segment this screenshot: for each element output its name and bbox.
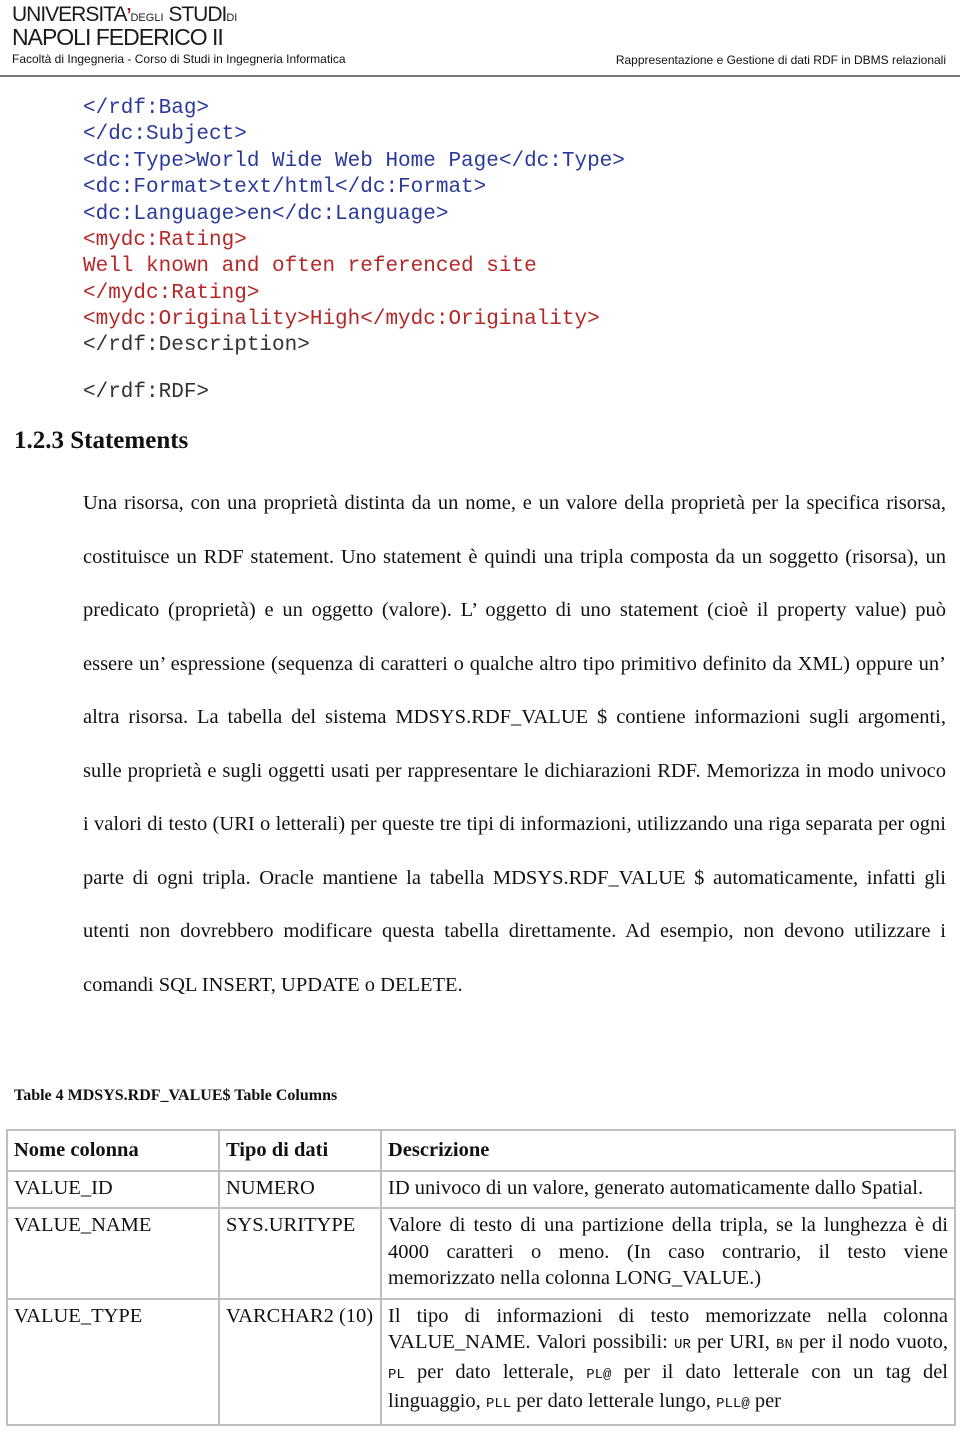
header-nome-colonna: Nome colonna (6, 1129, 220, 1172)
code-line: </rdf:Bag> (83, 97, 210, 120)
logo-text-napoli: NAPOLI FEDERICO II (12, 24, 224, 50)
code-line: </rdf:Description> (83, 334, 310, 357)
header-tipo-di-dati: Tipo di dati (218, 1129, 382, 1172)
cell-description: ID univoco di un valore, generato automa… (380, 1169, 956, 1209)
cell-column-name: VALUE_TYPE (6, 1297, 220, 1426)
logo-text-universita: UNIVERSITA (12, 3, 127, 26)
code-line: Well known and often referenced site (83, 255, 537, 278)
value-type-code: BN (776, 1337, 793, 1353)
code-line: <mydc:Originality>High</mydc:Originality… (83, 308, 600, 331)
document-title: Rappresentazione e Gestione di dati RDF … (615, 53, 946, 67)
cell-description: Il tipo di informazioni di testo memoriz… (380, 1297, 956, 1426)
cell-description: Valore di testo di una partizione della … (380, 1207, 956, 1300)
code-line: <dc:Format>text/html</dc:Format> (83, 176, 487, 199)
code-line: </dc:Subject> (83, 123, 247, 146)
description-text: per (749, 1390, 781, 1412)
header-divider (0, 75, 960, 77)
table-row: VALUE_TYPE VARCHAR2 (10) Il tipo di info… (6, 1297, 956, 1426)
university-logo: UNIVERSITA’DEGLI STUDIDI NAPOLI FEDERICO… (12, 4, 237, 49)
cell-column-name: VALUE_ID (6, 1169, 220, 1209)
value-type-code: PLL (485, 1396, 512, 1412)
description-text: per dato letterale, (404, 1360, 587, 1383)
description-text: per URI, (690, 1331, 777, 1353)
table-caption: Table 4 MDSYS.RDF_VALUE$ Table Columns (14, 1087, 338, 1104)
cell-data-type: SYS.URITYPE (218, 1207, 382, 1300)
body-paragraph: Una risorsa, con una proprietà distinta … (83, 492, 946, 996)
code-line: </rdf:RDF> (83, 381, 210, 404)
value-type-code: UR (674, 1337, 691, 1353)
cell-data-type: VARCHAR2 (10) (218, 1297, 382, 1426)
page-header: UNIVERSITA’DEGLI STUDIDI NAPOLI FEDERICO… (0, 0, 960, 78)
value-type-code: PLL@ (716, 1396, 750, 1412)
table-row: VALUE_ID NUMERO ID univoco di un valore,… (6, 1169, 956, 1209)
value-type-code: PL@ (586, 1366, 612, 1383)
logo-text-studi: STUDI (168, 3, 227, 26)
logo-text-di: DI (226, 12, 238, 24)
table-header-row: Nome colonna Tipo di dati Descrizione (6, 1129, 956, 1172)
description-text: per dato letterale lungo, (511, 1390, 717, 1412)
cell-data-type: NUMERO (218, 1169, 382, 1209)
cell-column-name: VALUE_NAME (6, 1207, 220, 1300)
logo-text-degli: DEGLI (130, 12, 164, 24)
code-line: <mydc:Rating> (83, 229, 247, 252)
header-descrizione: Descrizione (380, 1129, 956, 1172)
section-heading: 1.2.3 Statements (14, 427, 189, 454)
code-line: <dc:Type>World Wide Web Home Page</dc:Ty… (83, 150, 625, 173)
value-type-code: PL (388, 1366, 405, 1383)
faculty-label: Facoltà di Ingegneria - Corso di Studi i… (12, 52, 346, 66)
description-text: per il nodo vuoto, (792, 1331, 949, 1353)
columns-table: Nome colonna Tipo di dati Descrizione VA… (6, 1129, 956, 1426)
code-line: </mydc:Rating> (83, 282, 260, 305)
table-row: VALUE_NAME SYS.URITYPE Valore di testo d… (6, 1207, 956, 1300)
code-line: <dc:Language>en</dc:Language> (83, 203, 449, 226)
